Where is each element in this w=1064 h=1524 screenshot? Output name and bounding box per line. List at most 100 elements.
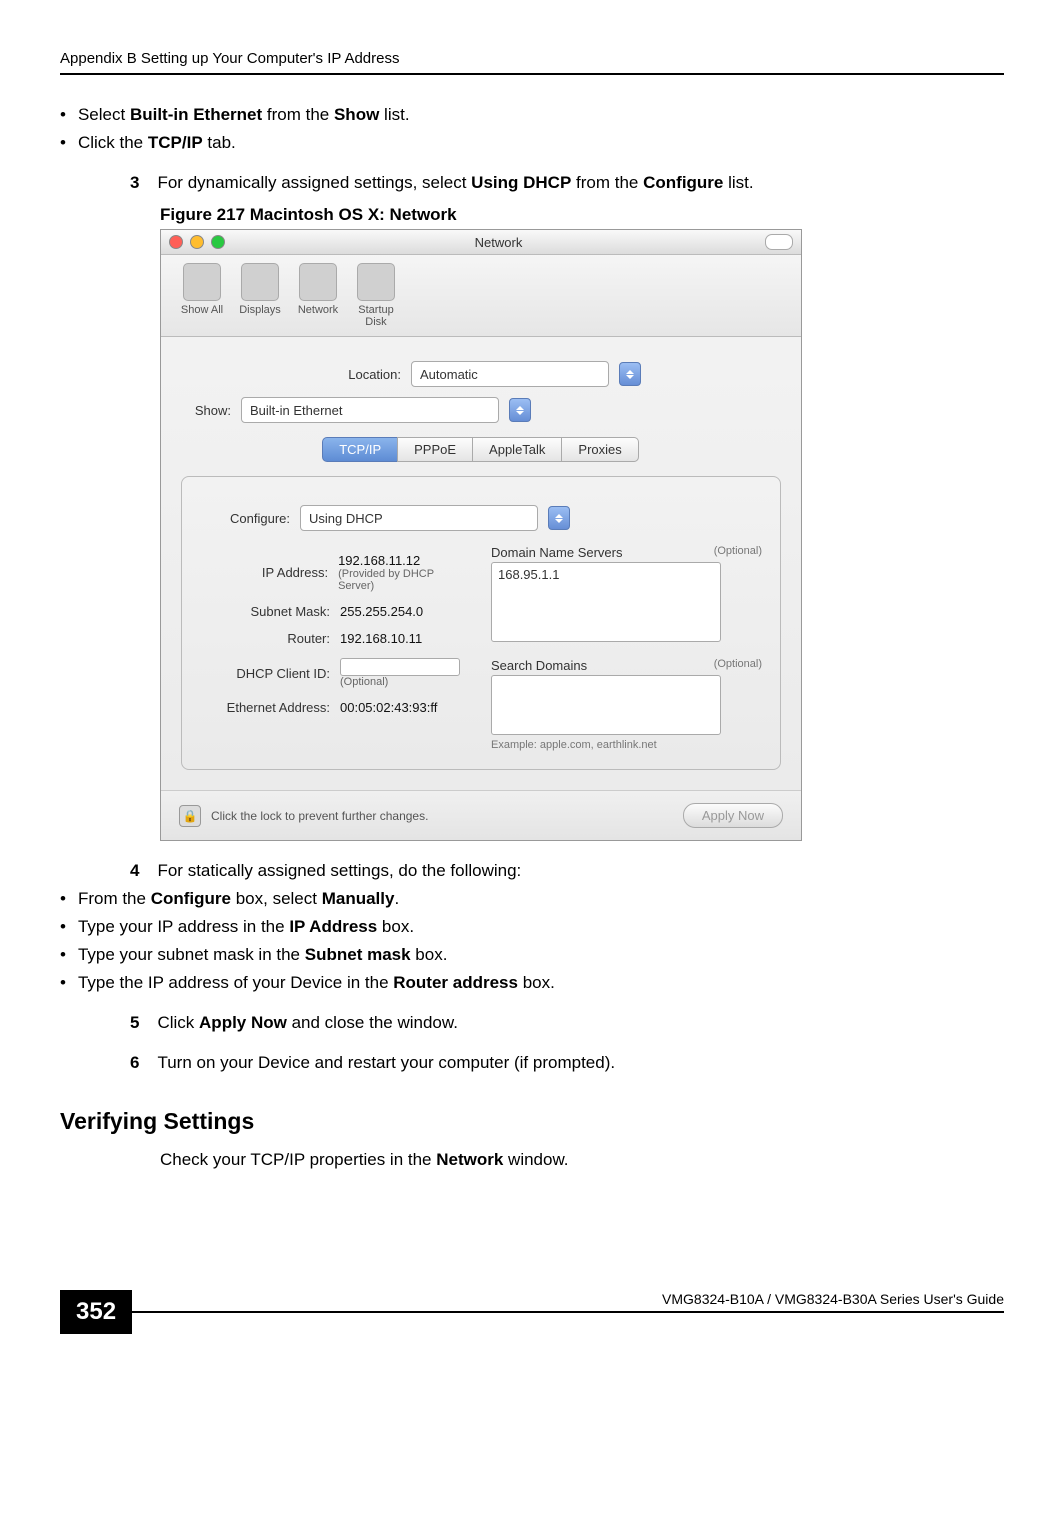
tab-pppoe[interactable]: PPPoE [397, 437, 473, 462]
bold-term: Router address [393, 973, 518, 992]
text-span: tab. [203, 133, 236, 152]
configure-label: Configure: [200, 511, 300, 526]
bullet-dot: • [60, 917, 66, 937]
example-text: Example: apple.com, earthlink.net [491, 739, 762, 751]
text-span: For dynamically assigned settings, selec… [157, 173, 471, 192]
text-span: Click the [78, 133, 148, 152]
search-optional: (Optional) [714, 658, 762, 673]
window-titlebar: Network [161, 230, 801, 255]
bullet-dot: • [60, 133, 66, 153]
router-value: 192.168.10.11 [340, 631, 422, 646]
toolbar-show-all[interactable]: Show All [173, 263, 231, 328]
show-select[interactable]: Built-in Ethernet [241, 397, 499, 423]
subnet-value: 255.255.254.0 [340, 604, 423, 619]
bold-term: Apply Now [199, 1013, 287, 1032]
text-span: Type the IP address of your Device in th… [78, 973, 393, 992]
step-number: 5 [130, 1013, 139, 1033]
step-number: 6 [130, 1053, 139, 1073]
step-3: 3 For dynamically assigned settings, sel… [130, 173, 1004, 193]
text-span: box, select [231, 889, 322, 908]
ip-value: 192.168.11.12 [338, 553, 471, 568]
configure-value: Using DHCP [309, 511, 383, 526]
bullet-item: • Type your IP address in the IP Address… [60, 917, 1004, 937]
location-select[interactable]: Automatic [411, 361, 609, 387]
toolbar-toggle-icon[interactable] [765, 234, 793, 250]
tab-appletalk[interactable]: AppleTalk [472, 437, 562, 462]
lock-icon[interactable]: 🔒 [179, 805, 201, 827]
tab-proxies[interactable]: Proxies [561, 437, 638, 462]
text-span: From the [78, 889, 151, 908]
bold-term: IP Address [289, 917, 377, 936]
close-icon[interactable] [169, 235, 183, 249]
text-span: Type your subnet mask in the [78, 945, 305, 964]
window-bottom-bar: 🔒 Click the lock to prevent further chan… [161, 790, 801, 840]
text-span: list. [379, 105, 409, 124]
bullet-dot: • [60, 945, 66, 965]
header-rule [60, 73, 1004, 75]
select-arrows-icon[interactable] [548, 506, 570, 530]
text-span: box. [377, 917, 414, 936]
verify-text: Check your TCP/IP properties in the Netw… [160, 1150, 1004, 1170]
step-5: 5 Click Apply Now and close the window. [130, 1013, 1004, 1033]
window-toolbar: Show All Displays Network Startup Disk [161, 255, 801, 337]
figure-caption: Figure 217 Macintosh OS X: Network [160, 205, 1004, 225]
text-span: Check your TCP/IP properties in the [160, 1150, 436, 1169]
text-span: . [394, 889, 399, 908]
section-heading: Verifying Settings [60, 1108, 1004, 1135]
mac-network-screenshot: Network Show All Displays Network Startu… [160, 229, 802, 841]
toolbar-label: Network [289, 304, 347, 316]
text-span: and close the window. [287, 1013, 458, 1032]
text-span: from the [262, 105, 334, 124]
bullet-dot: • [60, 105, 66, 125]
dhcp-input[interactable] [340, 658, 460, 676]
lock-text: Click the lock to prevent further change… [211, 809, 428, 823]
show-value: Built-in Ethernet [250, 403, 343, 418]
text-span: box. [411, 945, 448, 964]
select-arrows-icon[interactable] [509, 398, 531, 422]
text-span: from the [571, 173, 643, 192]
toolbar-label: Show All [173, 304, 231, 316]
search-domains-label: Search Domains [491, 658, 587, 673]
configure-select[interactable]: Using DHCP [300, 505, 538, 531]
text-span: Type your IP address in the [78, 917, 289, 936]
select-arrows-icon[interactable] [619, 362, 641, 386]
search-domains-textarea[interactable] [491, 675, 721, 735]
network-icon [299, 263, 337, 301]
ip-label: IP Address: [200, 565, 338, 580]
bold-term: Built-in Ethernet [130, 105, 262, 124]
bold-term: Configure [643, 173, 723, 192]
step-number: 4 [130, 861, 139, 881]
toolbar-label: Startup Disk [347, 304, 405, 328]
show-all-icon [183, 263, 221, 301]
tcpip-panel: Configure: Using DHCP IP Address: 192.16… [181, 476, 781, 770]
text-span: list. [723, 173, 753, 192]
step-6: 6 Turn on your Device and restart your c… [130, 1053, 1004, 1073]
text-span: window. [503, 1150, 568, 1169]
minimize-icon[interactable] [190, 235, 204, 249]
zoom-icon[interactable] [211, 235, 225, 249]
bullet-item: • Type your subnet mask in the Subnet ma… [60, 945, 1004, 965]
bullet-item: • Type the IP address of your Device in … [60, 973, 1004, 993]
router-label: Router: [200, 631, 340, 646]
bullet-dot: • [60, 973, 66, 993]
running-header: Appendix B Setting up Your Computer's IP… [60, 50, 1004, 73]
step-text: For statically assigned settings, do the… [157, 861, 521, 881]
tab-bar: TCP/IP PPPoE AppleTalk Proxies [181, 437, 781, 462]
location-label: Location: [321, 367, 411, 382]
tab-tcpip[interactable]: TCP/IP [322, 437, 398, 462]
step-4: 4 For statically assigned settings, do t… [130, 861, 1004, 881]
dns-textarea[interactable]: 168.95.1.1 [491, 562, 721, 642]
text-span: Select [78, 105, 130, 124]
toolbar-displays[interactable]: Displays [231, 263, 289, 328]
apply-now-button[interactable]: Apply Now [683, 803, 783, 828]
bullet-item: • From the Configure box, select Manuall… [60, 889, 1004, 909]
startup-disk-icon [357, 263, 395, 301]
toolbar-network[interactable]: Network [289, 263, 347, 328]
toolbar-startup-disk[interactable]: Startup Disk [347, 263, 405, 328]
bullet-item: • Click the TCP/IP tab. [60, 133, 1004, 153]
bold-term: Show [334, 105, 379, 124]
dhcp-sub: (Optional) [340, 676, 460, 688]
page-number: 352 [60, 1290, 132, 1334]
ip-sub: (Provided by DHCP Server) [338, 568, 471, 592]
step-text: Turn on your Device and restart your com… [157, 1053, 615, 1073]
